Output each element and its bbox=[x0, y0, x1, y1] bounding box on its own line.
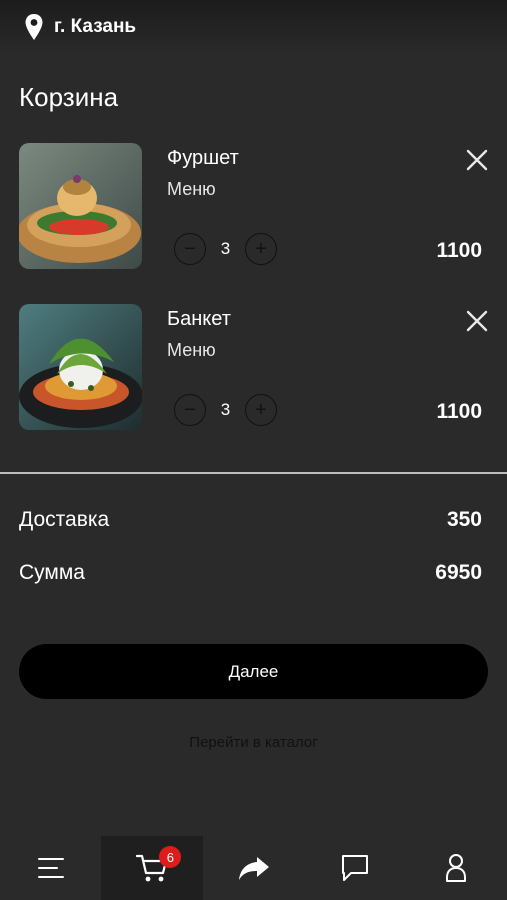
item-price: 1100 bbox=[436, 400, 482, 423]
quantity-stepper: − 3 + bbox=[174, 233, 278, 267]
menu-icon bbox=[37, 858, 64, 878]
increase-quantity-button[interactable]: + bbox=[245, 394, 277, 426]
share-icon bbox=[238, 857, 269, 880]
nav-menu[interactable] bbox=[0, 836, 101, 900]
chat-icon bbox=[341, 855, 368, 881]
cart-item: Фуршет Меню − 3 + 1100 bbox=[0, 143, 507, 273]
nav-share[interactable] bbox=[203, 836, 304, 900]
page-title: Корзина bbox=[19, 82, 119, 112]
decrease-quantity-button[interactable]: − bbox=[174, 233, 206, 265]
nav-profile[interactable] bbox=[406, 836, 507, 900]
nav-chat[interactable] bbox=[304, 836, 405, 900]
quantity-stepper: − 3 + bbox=[174, 394, 278, 428]
item-name: Фуршет bbox=[167, 147, 239, 169]
map-pin-icon[interactable] bbox=[24, 13, 44, 41]
cart-item: Банкет Меню − 3 + 1100 bbox=[0, 304, 507, 434]
bottom-nav: 6 bbox=[0, 836, 507, 900]
total-label: Сумма bbox=[19, 561, 85, 584]
next-button[interactable]: Далее bbox=[19, 644, 488, 699]
increase-quantity-button[interactable]: + bbox=[245, 233, 277, 265]
decrease-quantity-button[interactable]: − bbox=[174, 394, 206, 426]
quantity-value: 3 bbox=[220, 400, 231, 419]
close-icon bbox=[466, 310, 488, 332]
remove-item-button[interactable] bbox=[464, 308, 490, 334]
total-value: 6950 bbox=[435, 561, 482, 584]
quantity-value: 3 bbox=[220, 239, 231, 258]
delivery-value: 350 bbox=[446, 508, 482, 531]
cart-count-badge: 6 bbox=[159, 846, 182, 868]
item-name: Банкет bbox=[167, 308, 231, 330]
total-row: Сумма 6950 bbox=[19, 561, 482, 585]
city-label[interactable]: г. Казань bbox=[54, 16, 136, 38]
divider bbox=[0, 472, 507, 474]
close-icon bbox=[466, 149, 488, 171]
item-category: Меню bbox=[167, 340, 216, 360]
top-bar: г. Казань bbox=[0, 0, 507, 54]
profile-icon bbox=[446, 854, 467, 882]
item-category: Меню bbox=[167, 179, 216, 199]
delivery-row: Доставка 350 bbox=[19, 508, 482, 532]
go-to-catalog-link[interactable]: Перейти в каталог bbox=[0, 734, 507, 751]
item-price: 1100 bbox=[436, 239, 482, 262]
nav-cart[interactable]: 6 bbox=[101, 836, 203, 900]
delivery-label: Доставка bbox=[19, 508, 110, 531]
product-image[interactable] bbox=[19, 304, 142, 430]
product-image[interactable] bbox=[19, 143, 142, 269]
remove-item-button[interactable] bbox=[464, 147, 490, 173]
